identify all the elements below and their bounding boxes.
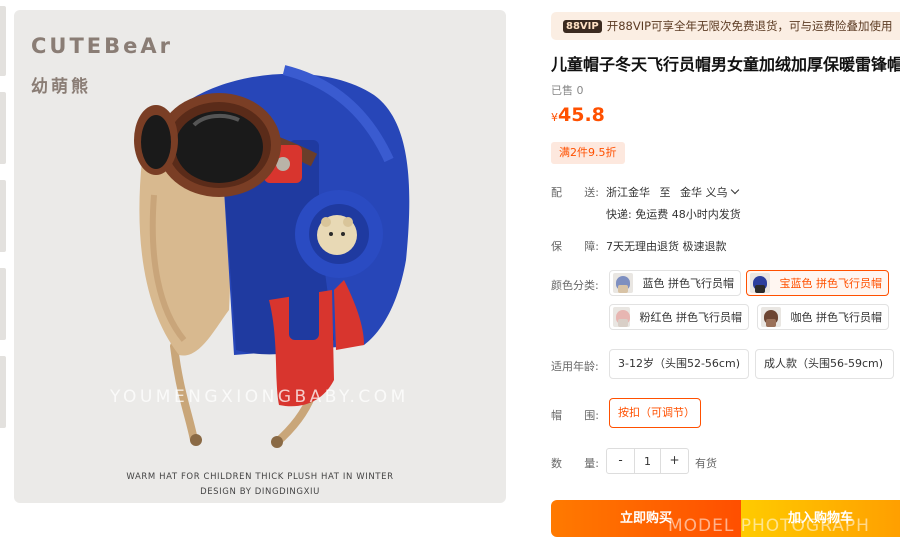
swatch-blue-icon [613, 273, 633, 293]
color-option-royal-blue[interactable]: 宝蓝色 拼色飞行员帽 [746, 270, 889, 296]
product-title: 儿童帽子冬天飞行员帽男女童加绒加厚保暖雷锋帽 [551, 55, 900, 74]
head-size-option[interactable]: 按扣（可调节） [609, 398, 701, 428]
image-caption-line1: WARM HAT FOR CHILDREN THICK PLUSH HAT IN… [126, 472, 394, 482]
stock-status: 有货 [695, 457, 717, 470]
age-label: 适用年龄: [551, 360, 599, 373]
vip-badge: 88VIP [563, 19, 602, 33]
color-option-label: 宝蓝色 拼色飞行员帽 [779, 277, 883, 290]
price: ¥45.8 [551, 104, 605, 126]
swatch-pink-icon [613, 307, 630, 327]
quantity-plus-button[interactable]: + [661, 449, 688, 473]
shipping-detail: 快递: 免运费 48小时内发货 [606, 208, 741, 221]
color-option-pink[interactable]: 粉红色 拼色飞行员帽 [609, 304, 749, 330]
thumbnail-3[interactable] [0, 180, 6, 252]
shipping-label: 配 送: [551, 184, 599, 200]
image-watermark: YOUMENGXIONGBABY.COM [110, 387, 409, 407]
color-option-blue[interactable]: 蓝色 拼色飞行员帽 [609, 270, 741, 296]
guarantee-label-char-1: 保 [551, 240, 562, 253]
sold-count: 已售 0 [551, 84, 584, 97]
quantity-label-char-2: 量: [584, 457, 599, 470]
brand-logo-cn: 幼萌熊 [31, 77, 91, 97]
color-option-brown[interactable]: 咖色 拼色飞行员帽 [757, 304, 889, 330]
color-option-label: 粉红色 拼色飞行员帽 [639, 311, 743, 324]
head-size-label: 帽 围: [551, 407, 599, 423]
shipping-route: 浙江金华 至 金华 义乌 [606, 184, 739, 200]
model-photo-watermark: MODEL PHOTOGRAPH [668, 516, 870, 536]
color-label: 颜色分类: [551, 279, 599, 292]
shipping-destination[interactable]: 金华 义乌 [680, 185, 739, 199]
color-option-label: 蓝色 拼色飞行员帽 [642, 277, 735, 290]
shipping-label-char-1: 配 [551, 186, 562, 199]
main-product-image[interactable]: CUTEBeAr 幼萌熊 YOUMENGXIONGBABY.COM WARM H… [14, 10, 506, 503]
price-value: 45.8 [558, 104, 605, 126]
shipping-destination-text: 金华 义乌 [680, 186, 728, 199]
guarantee-label-char-2: 障: [584, 240, 599, 253]
quantity-label-char-1: 数 [551, 457, 562, 470]
image-caption-line2: DESIGN BY DINGDINGXIU [200, 487, 320, 497]
quantity-minus-button[interactable]: - [607, 449, 634, 473]
shipping-label-char-2: 送: [584, 186, 599, 199]
thumbnail-1[interactable] [0, 6, 6, 76]
swatch-royal-blue-icon [750, 273, 770, 293]
age-option-adult[interactable]: 成人款（头围56-59cm) [755, 349, 894, 379]
vip-text: 开88VIP可享全年无限次免费退货，可与运费险叠加使用 [606, 19, 893, 33]
vip-banner[interactable]: 88VIP 开88VIP可享全年无限次免费退货，可与运费险叠加使用 [551, 12, 900, 40]
quantity-input[interactable] [634, 449, 661, 473]
head-size-label-char-1: 帽 [551, 409, 562, 422]
guarantee-label: 保 障: [551, 238, 599, 254]
guarantee-text: 7天无理由退货 极速退款 [606, 240, 727, 253]
shipping-from: 浙江金华 [606, 186, 650, 199]
quantity-label: 数 量: [551, 455, 599, 471]
price-currency: ¥ [551, 111, 558, 124]
head-size-label-char-2: 围: [584, 409, 599, 422]
thumbnail-2[interactable] [0, 92, 6, 164]
promo-tag[interactable]: 满2件9.5折 [551, 142, 625, 164]
shipping-to-word: 至 [659, 186, 671, 199]
brand-logo: CUTEBeAr [31, 34, 173, 58]
thumbnail-4[interactable] [0, 268, 6, 340]
age-option-child[interactable]: 3-12岁（头围52-56cm) [609, 349, 749, 379]
swatch-brown-icon [761, 307, 781, 327]
quantity-stepper: - + [606, 448, 689, 474]
thumbnail-5[interactable] [0, 356, 6, 428]
chevron-down-icon [730, 185, 739, 195]
color-option-label: 咖色 拼色飞行员帽 [790, 311, 883, 324]
